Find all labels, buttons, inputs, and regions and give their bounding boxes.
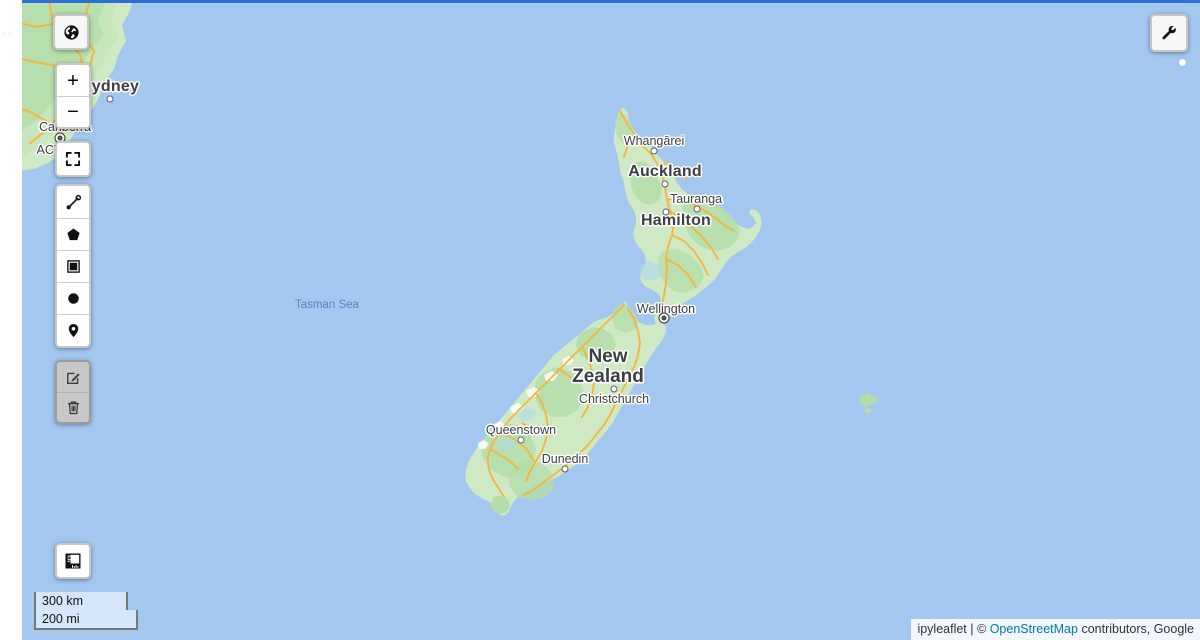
notebook-gutter: ..	[0, 0, 22, 637]
settings-button[interactable]	[1152, 16, 1186, 50]
attribution-suffix: contributors, Google	[1081, 622, 1194, 636]
zoom-out-button[interactable]: −	[57, 96, 89, 127]
attribution-copyright: ©	[977, 622, 987, 636]
wrench-icon	[1160, 24, 1178, 42]
trash-icon	[65, 399, 82, 416]
map-marker-auckland	[661, 180, 669, 188]
draw-delete-button[interactable]	[57, 392, 89, 422]
draw-rectangle-button[interactable]	[57, 250, 89, 282]
map-marker-queenstown	[517, 436, 525, 444]
scale-metric: 300 km	[34, 592, 128, 610]
draw-toolbar[interactable]	[55, 184, 91, 348]
circle-icon	[65, 290, 82, 307]
rectangle-icon	[65, 258, 82, 275]
zoom-in-button[interactable]: +	[57, 65, 89, 96]
fullscreen-button[interactable]	[57, 143, 89, 175]
fullscreen-icon	[65, 151, 81, 167]
layers-control[interactable]	[53, 14, 89, 50]
zoom-control[interactable]: + −	[55, 63, 91, 129]
edit-icon	[65, 369, 82, 386]
draw-edit-button[interactable]	[57, 362, 89, 392]
scale-control: 300 km 200 mi	[34, 592, 138, 630]
attribution-prefix: ipyleaflet	[917, 622, 967, 636]
draw-polygon-button[interactable]	[57, 218, 89, 250]
map-marker-sydney	[106, 95, 114, 103]
map-marker-dunedin	[561, 465, 569, 473]
settings-control[interactable]	[1150, 14, 1188, 52]
marker-icon	[65, 322, 82, 339]
ruler-icon	[64, 552, 82, 570]
draw-circle-button[interactable]	[57, 282, 89, 314]
polygon-icon	[65, 226, 82, 243]
draw-edit-toolbar[interactable]	[55, 360, 91, 424]
map-marker-christchurch	[610, 385, 618, 393]
map-marker-hamilton	[662, 208, 670, 216]
map-marker-wellington	[658, 312, 670, 324]
measure-control[interactable]	[55, 543, 91, 579]
globe-icon	[63, 24, 80, 41]
map-viewport[interactable]: Tasman Sea New Zealand Sydney Canberra A…	[22, 0, 1200, 640]
map-marker-tauranga	[693, 205, 701, 213]
draw-polyline-button[interactable]	[57, 186, 89, 218]
openstreetmap-link[interactable]: OpenStreetMap	[990, 622, 1078, 636]
measure-button[interactable]	[57, 545, 89, 577]
layers-button[interactable]	[55, 16, 87, 48]
page-root: .. Tasman Sea New Zealand Sydney ACT Wha…	[0, 0, 1200, 640]
attribution-separator: |	[970, 622, 974, 636]
polyline-icon	[65, 194, 82, 211]
map-marker-whangarei	[650, 147, 658, 155]
map-point-marker[interactable]	[1179, 59, 1186, 66]
scale-imperial: 200 mi	[34, 610, 138, 630]
map-canvas: Tasman Sea New Zealand Sydney Canberra A…	[22, 3, 1200, 640]
draw-marker-button[interactable]	[57, 314, 89, 346]
gutter-dots: ..	[2, 25, 15, 37]
fullscreen-control[interactable]	[55, 141, 91, 177]
